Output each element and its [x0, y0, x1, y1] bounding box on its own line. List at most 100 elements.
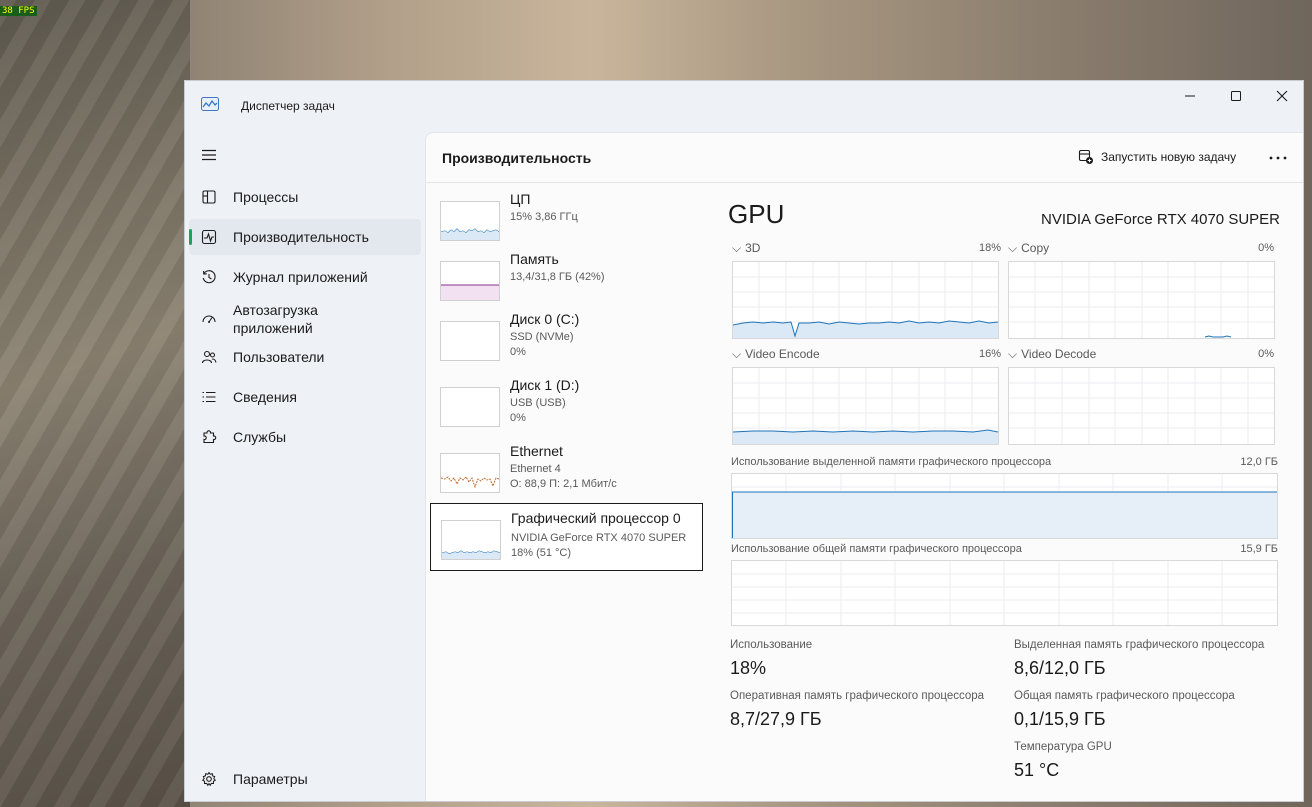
engine-selector-copy[interactable]: ⌵ Copy	[1008, 241, 1049, 256]
engine-selector-video-encode[interactable]: ⌵ Video Encode	[732, 347, 820, 362]
users-icon	[201, 350, 217, 364]
sidebar-item-users[interactable]: Пользователи	[189, 339, 421, 375]
graph-copy	[1008, 261, 1275, 339]
fps-counter: 38 FPS	[0, 6, 37, 16]
device-item-ethernet[interactable]: Ethernet Ethernet 4 О: 88,9 П: 2,1 Мбит/…	[430, 437, 703, 505]
memory-thumbnail-graph	[440, 261, 500, 301]
stat-shared-label: Общая память графического процессора	[1014, 690, 1235, 702]
task-manager-icon	[201, 97, 219, 111]
stat-ram-value: 8,7/27,9 ГБ	[730, 709, 822, 729]
stat-ram-label: Оперативная память графического процессо…	[730, 690, 985, 702]
stat-dedicated-value: 8,6/12,0 ГБ	[1014, 658, 1106, 678]
chevron-down-icon: ⌵	[1008, 241, 1018, 255]
main-panel: Производительность Запустить новую задач…	[425, 132, 1303, 801]
minimize-button[interactable]	[1167, 81, 1213, 111]
performance-icon	[201, 229, 217, 245]
graph-3d-svg	[733, 262, 998, 338]
stat-temp-value: 51 °C	[1014, 760, 1060, 780]
more-options-button[interactable]	[1266, 149, 1290, 167]
sidebar-item-settings[interactable]: Параметры	[189, 761, 421, 797]
chevron-down-icon: ⌵	[732, 241, 742, 255]
run-new-task-label: Запустить новую задачу	[1101, 150, 1237, 164]
device-item-gpu-0[interactable]: Графический процессор 0 NVIDIA GeForce R…	[430, 503, 703, 571]
history-icon	[202, 270, 216, 284]
sidebar-item-details[interactable]: Сведения	[189, 379, 421, 415]
sidebar-item-startup-apps[interactable]: Автозагрузка приложений	[189, 299, 421, 339]
graph-video-decode-svg	[1009, 368, 1274, 444]
device-name: Ethernet	[510, 443, 563, 459]
graph-video-encode	[732, 367, 999, 445]
gpu-detail-panel: GPU NVIDIA GeForce RTX 4070 SUPER ⌵ 3D 18…	[726, 183, 1286, 801]
dedicated-memory-max: 12,0 ГБ	[1240, 456, 1278, 468]
page-header: Производительность Запустить новую задач…	[426, 133, 1303, 183]
graph-3d	[732, 261, 999, 339]
minimize-icon	[1185, 95, 1195, 97]
new-task-icon	[1078, 149, 1093, 164]
device-detail: 18% (51 °C)	[511, 547, 572, 559]
engine-selector-3d[interactable]: ⌵ 3D	[732, 241, 760, 256]
device-item-cpu[interactable]: ЦП 15% 3,86 ГГц	[430, 185, 703, 253]
sidebar-item-label: Процессы	[233, 189, 299, 205]
sidebar-item-label: Параметры	[233, 771, 308, 787]
sidebar-item-label: Производительность	[233, 229, 369, 245]
device-detail: 15% 3,86 ГГц	[510, 211, 578, 223]
sidebar-item-label: Журнал приложений	[233, 269, 368, 285]
window-title: Диспетчер задач	[241, 99, 335, 113]
device-list: ЦП 15% 3,86 ГГц Память 13,4/31,8 ГБ (42%…	[426, 183, 706, 801]
page-title: Производительность	[442, 150, 592, 166]
device-name: Диск 0 (C:)	[510, 311, 580, 327]
gear-icon	[201, 771, 217, 787]
ethernet-thumbnail-graph	[440, 453, 500, 493]
engine-percent: 0%	[1258, 242, 1274, 254]
device-name: Диск 1 (D:)	[510, 377, 580, 393]
device-name: ЦП	[510, 191, 531, 207]
sidebar: Процессы Производительность Журнал прило…	[185, 129, 425, 801]
stat-usage-label: Использование	[730, 639, 813, 651]
puzzle-icon	[203, 430, 217, 444]
wallpaper-rock	[0, 0, 190, 807]
hamburger-icon	[202, 149, 216, 161]
device-detail: О: 88,9 П: 2,1 Мбит/с	[510, 478, 617, 490]
engine-percent: 0%	[1258, 348, 1274, 360]
close-icon	[1276, 90, 1288, 102]
chevron-down-icon: ⌵	[1008, 347, 1018, 361]
close-button[interactable]	[1259, 81, 1303, 111]
graph-copy-svg	[1009, 262, 1274, 338]
title-bar[interactable]: Диспетчер задач	[185, 81, 1303, 129]
graph-dedicated-memory	[731, 473, 1278, 539]
engine-selector-video-decode[interactable]: ⌵ Video Decode	[1008, 347, 1096, 362]
shared-memory-max: 15,9 ГБ	[1240, 543, 1278, 555]
graph-dedicated-memory-svg	[732, 474, 1277, 538]
dedicated-memory-label: Использование выделенной памяти графичес…	[731, 456, 1052, 468]
speedometer-icon	[202, 315, 216, 323]
sidebar-item-performance[interactable]: Производительность	[189, 219, 421, 255]
cpu-thumbnail-graph	[440, 201, 500, 241]
device-item-disk-0[interactable]: Диск 0 (C:) SSD (NVMe) 0%	[430, 305, 703, 373]
graph-shared-memory-svg	[732, 561, 1277, 625]
sidebar-item-label: Автозагрузка приложений	[233, 302, 318, 336]
sidebar-item-services[interactable]: Службы	[189, 419, 421, 455]
hamburger-menu-button[interactable]	[199, 145, 219, 165]
maximize-button[interactable]	[1213, 81, 1259, 111]
device-detail: USB (USB)	[510, 397, 566, 409]
disk0-thumbnail-graph	[440, 321, 500, 361]
stat-temp-label: Температура GPU	[1014, 741, 1112, 753]
sidebar-item-label: Сведения	[233, 389, 297, 405]
device-item-memory[interactable]: Память 13,4/31,8 ГБ (42%)	[430, 245, 703, 313]
sidebar-item-processes[interactable]: Процессы	[189, 179, 421, 215]
gpu-title: GPU	[728, 199, 785, 229]
run-new-task-button[interactable]: Запустить новую задачу	[1078, 149, 1236, 165]
stat-usage-value: 18%	[730, 658, 767, 678]
graph-video-decode	[1008, 367, 1275, 445]
device-item-disk-1[interactable]: Диск 1 (D:) USB (USB) 0%	[430, 371, 703, 439]
sidebar-item-label: Службы	[233, 429, 287, 445]
device-detail: 13,4/31,8 ГБ (42%)	[510, 271, 605, 283]
sidebar-item-app-history[interactable]: Журнал приложений	[189, 259, 421, 295]
graph-video-encode-svg	[733, 368, 998, 444]
gpu-model-name: NVIDIA GeForce RTX 4070 SUPER	[1041, 211, 1280, 228]
engine-percent: 16%	[979, 348, 1002, 360]
task-manager-window: Диспетчер задач Процессы Производительно…	[184, 80, 1304, 802]
chevron-down-icon: ⌵	[732, 347, 742, 361]
list-icon	[202, 391, 216, 403]
engine-percent: 18%	[979, 242, 1002, 254]
